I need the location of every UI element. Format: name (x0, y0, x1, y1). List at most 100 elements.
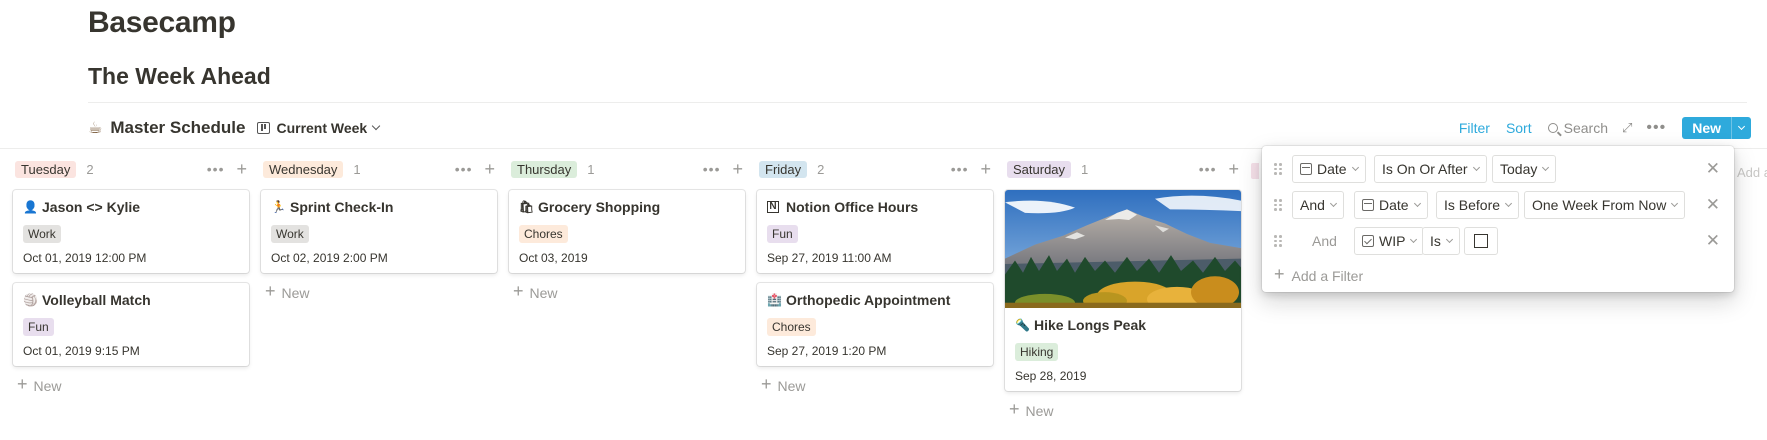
view-selector[interactable]: Current Week (257, 120, 381, 136)
drag-handle-icon[interactable] (1274, 199, 1282, 211)
filter-operator-select[interactable]: Is Before (1436, 191, 1520, 219)
board-card[interactable]: 🏃 Sprint Check-In Work Oct 02, 2019 2:00 … (261, 190, 497, 273)
board-card[interactable]: 🛍 Grocery Shopping Chores Oct 03, 2019 (509, 190, 745, 273)
column-more-icon[interactable]: ••• (703, 161, 721, 177)
card-title: Orthopedic Appointment (786, 292, 951, 308)
filter-button[interactable]: Filter (1459, 120, 1490, 136)
column-new-button[interactable]: + New (1005, 399, 1241, 420)
column-add-icon[interactable]: + (1228, 159, 1239, 180)
column-more-icon[interactable]: ••• (951, 161, 969, 177)
filter-value-label: Today (1500, 161, 1538, 177)
column-count: 2 (86, 161, 94, 177)
column-tag[interactable]: Friday (759, 160, 808, 178)
database-name-label: Master Schedule (110, 118, 246, 137)
filter-operator-select[interactable]: Is On Or After (1374, 155, 1487, 183)
card-tag: Hiking (1015, 343, 1059, 361)
new-button-group: New (1682, 117, 1751, 139)
filter-conjunction-select[interactable]: And (1292, 191, 1344, 219)
card-tag: Work (271, 225, 309, 243)
add-filter-label: Add a Filter (1291, 267, 1364, 284)
new-button[interactable]: New (1682, 117, 1731, 139)
search-icon (1547, 123, 1558, 133)
filter-popover: Date Is On Or After Today ✕ And Date Is … (1262, 146, 1734, 292)
board-card[interactable]: 🏐 Volleyball Match Fun Oct 01, 2019 9:15 … (13, 283, 249, 366)
plus-icon: + (265, 281, 276, 301)
shopping-bags-icon: 🛍 (519, 200, 535, 214)
workspace-title: Basecamp (88, 6, 236, 39)
filter-property-label: WIP (1379, 233, 1406, 249)
plus-icon: + (1274, 264, 1285, 284)
card-date: Sep 27, 2019 1:20 PM (767, 344, 887, 358)
board-card[interactable]: N Notion Office Hours Fun Sep 27, 2019 11… (757, 190, 993, 273)
board-card[interactable]: 🔦 Hike Longs Peak Hiking Sep 28, 2019 (1005, 190, 1241, 391)
new-dropdown-button[interactable] (1731, 117, 1751, 139)
chevron-down-icon (1671, 199, 1679, 207)
hidden-column-tag (1251, 163, 1259, 179)
column-more-icon[interactable]: ••• (207, 161, 225, 177)
remove-filter-icon[interactable]: ✕ (1706, 231, 1720, 251)
column-add-icon[interactable]: + (732, 159, 743, 180)
plus-icon: + (17, 374, 28, 394)
hospital-icon: 🏥 (767, 293, 782, 307)
search-button[interactable]: Search (1547, 120, 1608, 136)
view-name-label: Current Week (276, 120, 368, 136)
date-property-icon (1362, 199, 1374, 211)
column-tag[interactable]: Thursday (511, 160, 578, 178)
column-new-button[interactable]: + New (261, 281, 497, 302)
new-label: New (33, 377, 62, 394)
column-new-button[interactable]: + New (757, 374, 993, 395)
filter-property-select[interactable]: Date (1292, 155, 1366, 183)
flashlight-icon: 🔦 (1015, 318, 1030, 332)
board-card[interactable]: 🏥 Orthopedic Appointment Chores Sep 27, 2… (757, 283, 993, 366)
chevron-down-icon (1329, 199, 1337, 207)
filter-value-select[interactable]: Today (1492, 155, 1557, 183)
card-date: Oct 03, 2019 (519, 251, 588, 265)
add-group-hint[interactable]: Add a (1737, 165, 1767, 180)
chevron-down-icon (1410, 235, 1418, 243)
column-tag[interactable]: Saturday (1007, 160, 1072, 178)
card-tag: Fun (767, 225, 798, 243)
database-name[interactable]: ☕ Master Schedule (88, 118, 245, 138)
card-cover-image (1005, 190, 1241, 308)
card-date: Oct 01, 2019 9:15 PM (23, 344, 140, 358)
sort-button[interactable]: Sort (1506, 120, 1532, 136)
column-tag[interactable]: Tuesday (15, 160, 77, 178)
column-more-icon[interactable]: ••• (1199, 161, 1217, 177)
filter-property-select[interactable]: Date (1354, 191, 1428, 219)
expand-icon[interactable]: ⤢ (1622, 120, 1632, 136)
more-options-icon[interactable]: ••• (1646, 119, 1666, 137)
column-new-button[interactable]: + New (509, 281, 745, 302)
card-date: Oct 02, 2019 2:00 PM (271, 251, 388, 265)
add-filter-button[interactable]: + Add a Filter (1274, 264, 1364, 285)
new-label: New (777, 377, 806, 394)
column-add-icon[interactable]: + (484, 159, 495, 180)
chevron-down-icon (1445, 235, 1453, 243)
filter-value-checkbox[interactable] (1464, 227, 1498, 255)
remove-filter-icon[interactable]: ✕ (1706, 159, 1720, 179)
card-tag: Chores (767, 318, 816, 336)
chevron-down-icon (1413, 199, 1421, 207)
column-add-icon[interactable]: + (980, 159, 991, 180)
card-date: Sep 27, 2019 11:00 AM (767, 251, 892, 265)
column-add-icon[interactable]: + (236, 159, 247, 180)
kanban-board: Tuesday 2 ••• + 👤 Jason <> Kylie Work Oct… (13, 158, 1253, 420)
drag-handle-icon[interactable] (1274, 235, 1282, 247)
card-title: Hike Longs Peak (1034, 317, 1147, 333)
filter-row: And Date Is Before One Week From Now ✕ (1262, 191, 1734, 219)
column-header: Wednesday 1 ••• + (261, 158, 497, 180)
new-label: New (529, 284, 558, 301)
column-new-button[interactable]: + New (13, 374, 249, 395)
filter-property-select[interactable]: WIP (1354, 227, 1425, 255)
filter-row: And WIP Is ✕ (1262, 227, 1734, 255)
filter-value-select[interactable]: One Week From Now (1524, 191, 1686, 219)
drag-handle-icon[interactable] (1274, 163, 1282, 175)
board-card[interactable]: 👤 Jason <> Kylie Work Oct 01, 2019 12:00 … (13, 190, 249, 273)
column-tag[interactable]: Wednesday (263, 160, 344, 178)
column-header: Saturday 1 ••• + (1005, 158, 1241, 180)
column-more-icon[interactable]: ••• (455, 161, 473, 177)
plus-icon: + (1009, 399, 1020, 419)
remove-filter-icon[interactable]: ✕ (1706, 195, 1720, 215)
card-title: Sprint Check-In (290, 199, 394, 215)
filter-operator-select[interactable]: Is (1422, 227, 1460, 255)
column-header: Thursday 1 ••• + (509, 158, 745, 180)
